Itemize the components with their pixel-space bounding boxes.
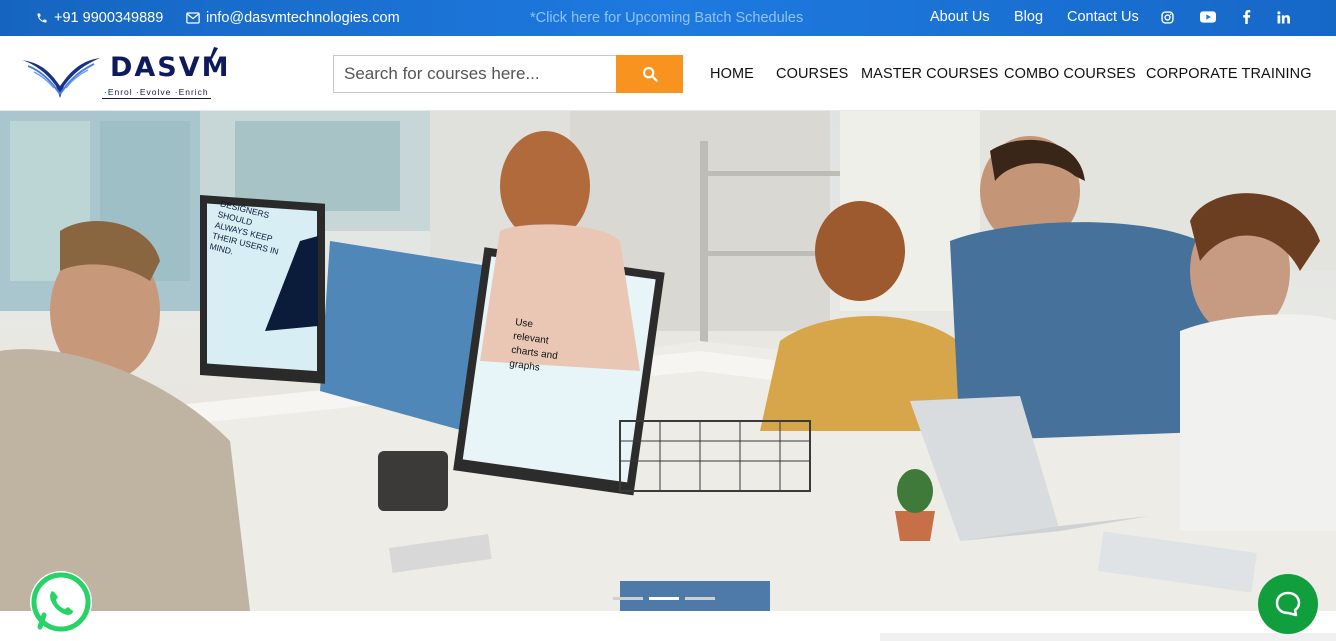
slider-dot-1[interactable] (613, 597, 643, 600)
email-contact[interactable]: info@dasvmtechnologies.com (186, 0, 400, 36)
slider-dots (613, 597, 715, 600)
wings-emblem-icon (22, 58, 100, 98)
nav-corporate-training[interactable]: CORPORATE TRAINING (1146, 36, 1312, 111)
dasvm-logo[interactable]: DASVM ·Enrol ·Evolve ·Enrich (20, 46, 229, 102)
whatsapp-icon (31, 572, 91, 632)
instagram-icon[interactable] (1159, 9, 1175, 25)
slider-dot-2-active[interactable] (649, 597, 679, 600)
youtube-icon[interactable] (1200, 9, 1216, 25)
logo-tagline: ·Enrol ·Evolve ·Enrich (102, 87, 211, 99)
phone-icon (37, 13, 47, 23)
live-chat-button[interactable] (1258, 574, 1318, 634)
nav-home[interactable]: HOME (710, 36, 754, 111)
phone-number: +91 9900349889 (54, 10, 164, 26)
office-scene-image (0, 111, 1336, 611)
linkedin-icon[interactable] (1275, 9, 1291, 25)
slider-dot-3[interactable] (685, 597, 715, 600)
hero-screen-right-text: Use relevant charts and graphs (508, 316, 559, 374)
blog-link[interactable]: Blog (1014, 0, 1043, 34)
search-icon (642, 66, 658, 82)
envelope-icon (186, 12, 200, 24)
whatsapp-button[interactable] (30, 571, 92, 633)
facebook-icon[interactable] (1238, 9, 1254, 25)
nav-courses[interactable]: COURSES (776, 36, 848, 111)
search-button[interactable] (616, 55, 683, 93)
top-bar: +91 9900349889 info@dasvmtechnologies.co… (0, 0, 1336, 36)
course-search-input[interactable] (333, 55, 617, 93)
email-address: info@dasvmtechnologies.com (206, 10, 400, 26)
logo-accent-icon (210, 47, 218, 59)
nav-master-courses[interactable]: MASTER COURSES (861, 36, 999, 111)
content-strip (880, 633, 1336, 641)
contact-us-link[interactable]: Contact Us (1067, 0, 1139, 34)
phone-contact[interactable]: +91 9900349889 (36, 0, 163, 36)
about-us-link[interactable]: About Us (930, 0, 990, 34)
batch-schedule-link[interactable]: *Click here for Upcoming Batch Schedules (530, 0, 803, 36)
chat-bubble-icon (1275, 591, 1301, 617)
nav-combo-courses[interactable]: COMBO COURSES (1004, 36, 1136, 111)
main-header: DASVM ·Enrol ·Evolve ·Enrich HOME COURSE… (0, 36, 1336, 111)
hero-slider[interactable]: DESIGNERS SHOULD ALWAYS KEEP THEIR USERS… (0, 111, 1336, 611)
